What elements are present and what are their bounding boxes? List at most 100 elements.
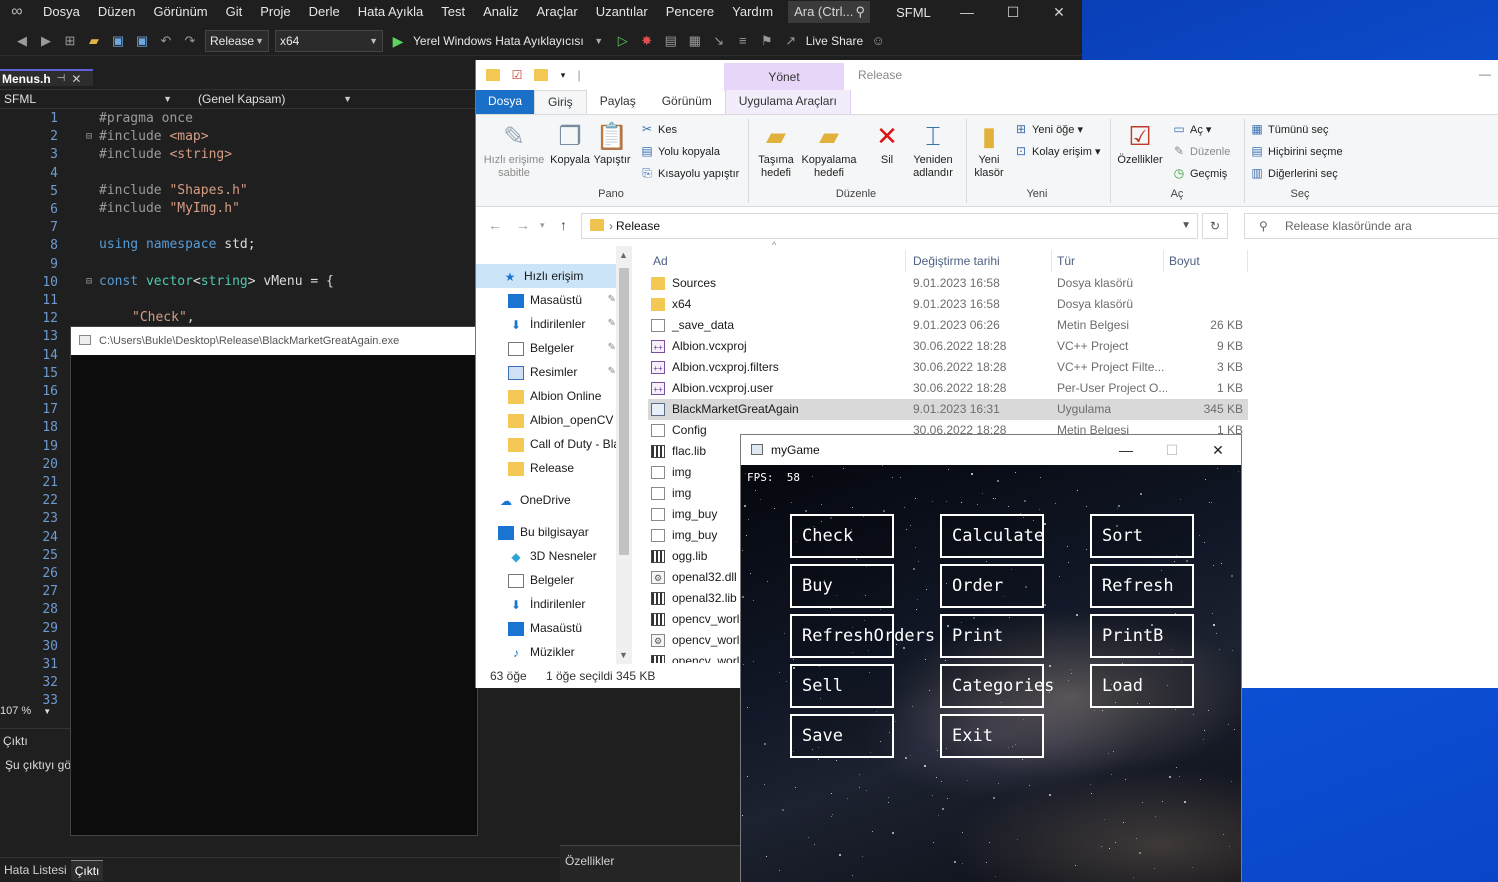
pin-quick-access-button[interactable]: ✎ Hızlı erişime sabitle <box>480 121 548 180</box>
undo-icon[interactable]: ↶ <box>156 31 176 51</box>
address-bar[interactable]: › Release ▼ <box>581 213 1198 239</box>
menu-file[interactable]: Dosya <box>34 1 89 23</box>
explorer-minimize-button[interactable]: — <box>1479 67 1491 81</box>
nav-documents[interactable]: Belgeler ✎ <box>476 336 618 360</box>
nav-3d-objects[interactable]: ◆ 3D Nesneler <box>476 544 618 568</box>
rename-button[interactable]: ⌶ Yeniden adlandır <box>908 121 958 180</box>
menu-view[interactable]: Görünüm <box>144 1 216 23</box>
nav-onedrive[interactable]: ☁ OneDrive <box>476 488 618 512</box>
file-row[interactable]: ++ Albion.vcxproj 30.06.2022 18:28 VC++ Pro… <box>648 336 1248 357</box>
game-canvas[interactable]: FPS: 58 Check Calculate Sort Buy Order Refres… <box>741 465 1241 882</box>
nav-quick-access[interactable]: ★ Hızlı erişim <box>476 264 618 288</box>
scroll-up-icon[interactable]: ▲ <box>619 250 628 260</box>
chevron-down-icon[interactable]: ▼ <box>589 31 609 51</box>
game-button-printb[interactable]: PrintB <box>1090 614 1194 658</box>
select-none-button[interactable]: ▤ Hiçbirini seçme <box>1250 143 1342 160</box>
nav-folder-albion-online[interactable]: Albion Online <box>476 384 618 408</box>
back-arrow-icon[interactable]: ← <box>488 217 502 233</box>
game-maximize-button[interactable]: ☐ <box>1149 435 1195 465</box>
tab-share[interactable]: Paylaş <box>587 90 649 114</box>
indent-icon[interactable]: ≡ <box>733 31 753 51</box>
column-type[interactable]: Tür <box>1052 250 1164 272</box>
game-button-calculate[interactable]: Calculate <box>940 514 1044 558</box>
vs-close-button[interactable]: ✕ <box>1036 0 1082 24</box>
save-all-icon[interactable]: ▣ <box>132 31 152 51</box>
tab-file[interactable]: Dosya <box>476 90 535 114</box>
tab-application-tools[interactable]: Uygulama Araçları <box>724 90 851 114</box>
delete-button[interactable]: ✕ Sil <box>868 121 906 167</box>
vs-maximize-button[interactable]: ☐ <box>990 0 1036 24</box>
scrollbar-thumb[interactable] <box>619 268 629 555</box>
forward-arrow-icon[interactable]: → <box>516 217 530 233</box>
game-button-exit[interactable]: Exit <box>940 714 1044 758</box>
live-share-icon[interactable]: ↗ <box>781 31 801 51</box>
recent-locations-icon[interactable]: ▾ <box>540 220 545 231</box>
tab-view[interactable]: Görünüm <box>649 90 725 114</box>
close-icon[interactable]: ✕ <box>71 72 81 86</box>
file-row[interactable]: x64 9.01.2023 16:58 Dosya klasörü <box>648 294 1248 315</box>
nav-this-pc[interactable]: Bu bilgisayar <box>476 520 618 544</box>
solution-explorer-icon[interactable]: ▤ <box>661 31 681 51</box>
bookmark-icon[interactable]: ⚑ <box>757 31 777 51</box>
nav-pictures[interactable]: Resimler ✎ <box>476 360 618 384</box>
tab-home[interactable]: Giriş <box>534 90 587 114</box>
game-button-categories[interactable]: Categories <box>940 664 1054 708</box>
refresh-button[interactable]: ↻ <box>1202 213 1228 239</box>
menu-git[interactable]: Git <box>217 1 252 23</box>
game-button-refresh[interactable]: Refresh <box>1090 564 1194 608</box>
game-button-sell[interactable]: Sell <box>790 664 894 708</box>
column-size[interactable]: Boyut <box>1164 250 1248 272</box>
live-share-button[interactable]: Live Share <box>803 34 866 48</box>
chevron-down-icon[interactable]: ▼ <box>1181 214 1191 238</box>
configuration-select[interactable]: Release ▼ <box>205 29 269 52</box>
nav-folder-albion-opencv[interactable]: Albion_openCV <box>476 408 618 432</box>
game-button-buy[interactable]: Buy <box>790 564 894 608</box>
search-input[interactable]: ⚲ Release klasöründe ara <box>1244 213 1498 239</box>
fold-icon[interactable]: ⊟ <box>86 273 92 291</box>
breadcrumb[interactable]: Release <box>616 219 660 233</box>
file-row[interactable]: ++ Albion.vcxproj.filters 30.06.2022 18:28… <box>648 357 1248 378</box>
nav-downloads[interactable]: ⬇ İndirilenler ✎ <box>476 312 618 336</box>
menu-build[interactable]: Derle <box>300 1 349 23</box>
back-nav-icon[interactable]: ◀ <box>12 31 32 51</box>
nav-desktop-pc[interactable]: Masaüstü <box>476 616 618 640</box>
layout-icon[interactable]: ▦ <box>685 31 705 51</box>
new-folder-quick-icon[interactable] <box>534 69 548 81</box>
paste-button[interactable]: 📋 Yapıştır <box>592 121 632 167</box>
menu-edit[interactable]: Düzen <box>89 1 145 23</box>
tab-output[interactable]: Çıktı <box>70 859 104 881</box>
edit-button[interactable]: ✎ Düzenle <box>1172 143 1230 160</box>
menu-analyze[interactable]: Analiz <box>474 1 527 23</box>
open-button[interactable]: ▭ Aç ▾ <box>1172 121 1211 138</box>
game-button-check[interactable]: Check <box>790 514 894 558</box>
vs-minimize-button[interactable]: — <box>944 0 990 24</box>
copy-path-button[interactable]: ▤ Yolu kopyala <box>640 143 720 160</box>
console-window[interactable]: C:\Users\Bukle\Desktop\Release\BlackMark… <box>70 326 478 836</box>
menu-debug[interactable]: Hata Ayıkla <box>349 1 433 23</box>
file-row[interactable]: ++ Albion.vcxproj.user 30.06.2022 18:28 Per… <box>648 378 1248 399</box>
game-titlebar[interactable]: myGame — ☐ ✕ <box>741 435 1241 465</box>
menu-window[interactable]: Pencere <box>657 1 723 23</box>
scope-dropdown[interactable]: (Genel Kapsam) ▼ <box>176 90 356 108</box>
game-button-print[interactable]: Print <box>940 614 1044 658</box>
game-button-save[interactable]: Save <box>790 714 894 758</box>
hot-reload-icon[interactable]: ✸ <box>637 31 657 51</box>
breakpoint-step-icon[interactable]: ↘ <box>709 31 729 51</box>
feedback-icon[interactable]: ☺ <box>868 31 888 51</box>
column-name[interactable]: Ad <box>648 250 906 272</box>
new-project-icon[interactable]: ⊞ <box>60 31 80 51</box>
play-icon[interactable]: ▶ <box>388 31 408 51</box>
menu-extensions[interactable]: Uzantılar <box>587 1 657 23</box>
invert-selection-button[interactable]: ▥ Diğerlerini seç <box>1250 165 1337 182</box>
paste-shortcut-button[interactable]: ⎘ Kısayolu yapıştır <box>640 165 739 182</box>
project-dropdown[interactable]: SFML ▼ <box>0 90 176 108</box>
new-item-button[interactable]: ⊞ Yeni öğe ▾ <box>1014 121 1083 138</box>
move-to-button[interactable]: ▰ Taşıma hedefi <box>754 121 798 180</box>
easy-access-button[interactable]: ⊡ Kolay erişim ▾ <box>1014 143 1101 160</box>
redo-icon[interactable]: ↷ <box>180 31 200 51</box>
game-button-sort[interactable]: Sort <box>1090 514 1194 558</box>
game-button-refreshorders[interactable]: RefreshOrders <box>790 614 935 658</box>
up-arrow-icon[interactable]: ↑ <box>560 217 567 233</box>
platform-select[interactable]: x64 ▼ <box>275 29 383 52</box>
start-without-debug-icon[interactable]: ▷ <box>613 31 633 51</box>
